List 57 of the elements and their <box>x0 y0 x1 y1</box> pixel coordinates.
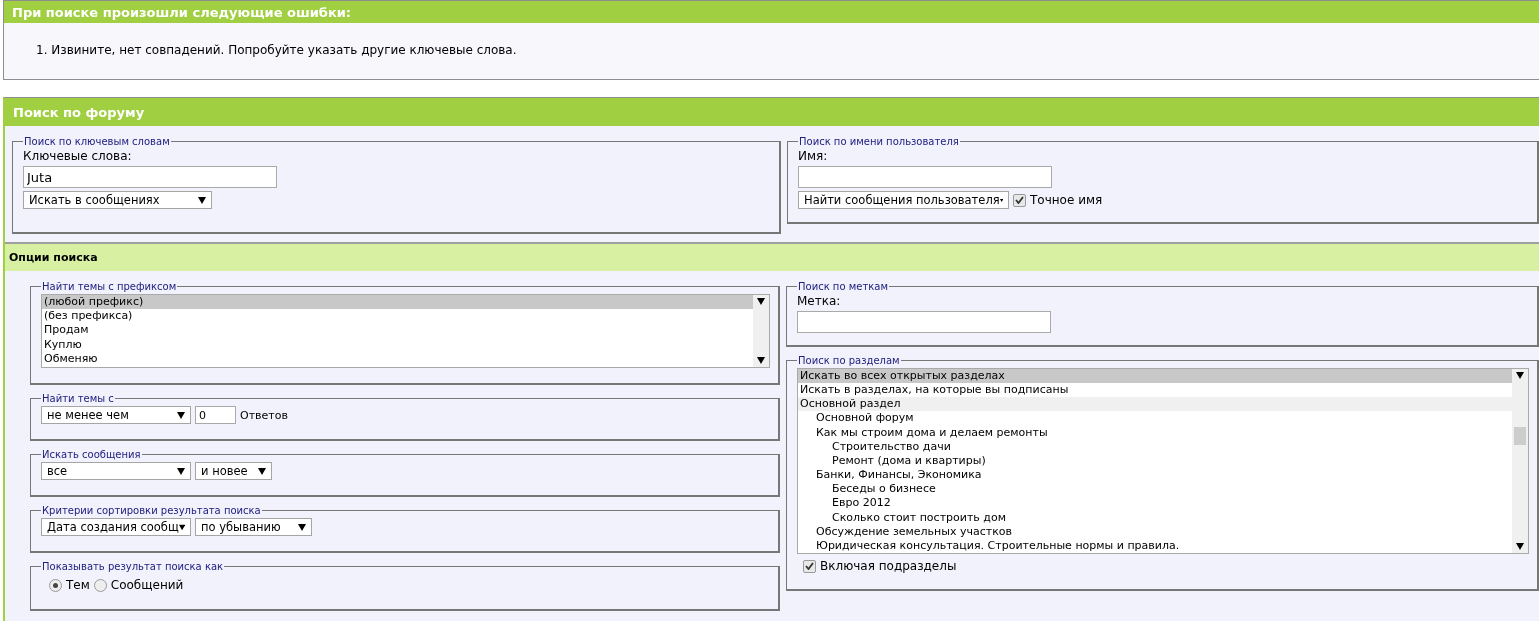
forums-listbox[interactable] <box>797 368 1529 554</box>
fieldset-legend: Показывать результат поиска как <box>41 561 225 572</box>
caret-icon <box>177 467 185 475</box>
fieldset-legend: Поиск по имени пользователя <box>798 136 960 147</box>
panel-title: Поиск по форуму <box>5 98 1539 126</box>
dropdown[interactable]: по убыванию <box>195 518 312 536</box>
radio-button[interactable] <box>49 578 62 592</box>
tag-field[interactable] <box>797 311 1051 333</box>
caret-icon <box>1516 543 1524 550</box>
caret-icon <box>757 298 765 305</box>
category-option[interactable]: Основной раздел <box>798 397 1512 412</box>
checkbox-label: Точное имя <box>1030 193 1103 207</box>
keywords-field[interactable]: Juta <box>23 166 277 188</box>
field-label: Имя: <box>798 149 829 163</box>
caret-icon <box>1516 372 1524 379</box>
list-option[interactable]: Искать во всех открытых разделах <box>798 369 1512 384</box>
checkbox-label: Включая подразделы <box>820 559 957 573</box>
dropdown[interactable]: Искать в сообщениях <box>23 191 212 209</box>
dropdown[interactable]: все <box>41 462 191 480</box>
checkmark-icon <box>805 562 814 570</box>
section-title: Опции поиска <box>5 242 1539 271</box>
replies-unit: Ответов <box>240 408 288 422</box>
caret-icon <box>258 467 266 475</box>
checkbox[interactable] <box>803 559 816 573</box>
scrollbar[interactable] <box>753 295 769 367</box>
caret-icon <box>757 357 765 364</box>
dropdown[interactable]: Найти сообщения пользователя <box>798 191 1009 209</box>
checkbox[interactable] <box>1013 193 1026 207</box>
username-field[interactable] <box>798 166 1052 188</box>
fieldset-legend: Критерии сортировки результата поиска <box>41 505 262 516</box>
caret-icon <box>999 196 1003 204</box>
caret-icon <box>177 411 185 419</box>
field-label: Метка: <box>797 294 842 308</box>
radio-label: Тем <box>66 578 90 592</box>
scrollbar-thumb[interactable] <box>1514 427 1526 445</box>
list-option[interactable]: (любой префикс) <box>42 295 753 310</box>
caret-icon <box>178 523 185 531</box>
checkmark-icon <box>1015 196 1024 204</box>
fieldset-legend: Поиск по ключевым словам <box>23 136 171 147</box>
caret-icon <box>198 196 206 204</box>
fieldset-legend: Искать сообщения <box>41 449 142 460</box>
fieldset-legend: Найти темы с префиксом <box>41 281 178 292</box>
scrollbar[interactable] <box>1512 369 1528 553</box>
prefix-listbox[interactable]: (любой префикс) (без префикса) Продам Куплю Обменяю <box>41 294 770 368</box>
dropdown[interactable]: Дата создания сообщ <box>41 518 191 536</box>
caret-icon <box>298 523 306 531</box>
fieldset-legend: Найти темы с <box>41 393 115 404</box>
field-label: Ключевые слова: <box>23 149 133 163</box>
error-title: При поиске произошли следующие ошибки: <box>4 1 1539 23</box>
error-message: 1. Извините, нет совпадений. Попробуйте указать другие ключевые слова. <box>36 43 518 57</box>
fieldset-legend: Поиск по разделам <box>797 355 901 366</box>
dropdown[interactable]: не менее чем <box>41 406 191 424</box>
radio-button[interactable] <box>93 578 107 592</box>
fieldset-legend: Поиск по меткам <box>797 281 889 292</box>
radio-label: Сообщений <box>110 578 184 592</box>
dropdown[interactable]: и новее <box>195 462 272 480</box>
replies-field[interactable]: 0 <box>195 406 236 424</box>
